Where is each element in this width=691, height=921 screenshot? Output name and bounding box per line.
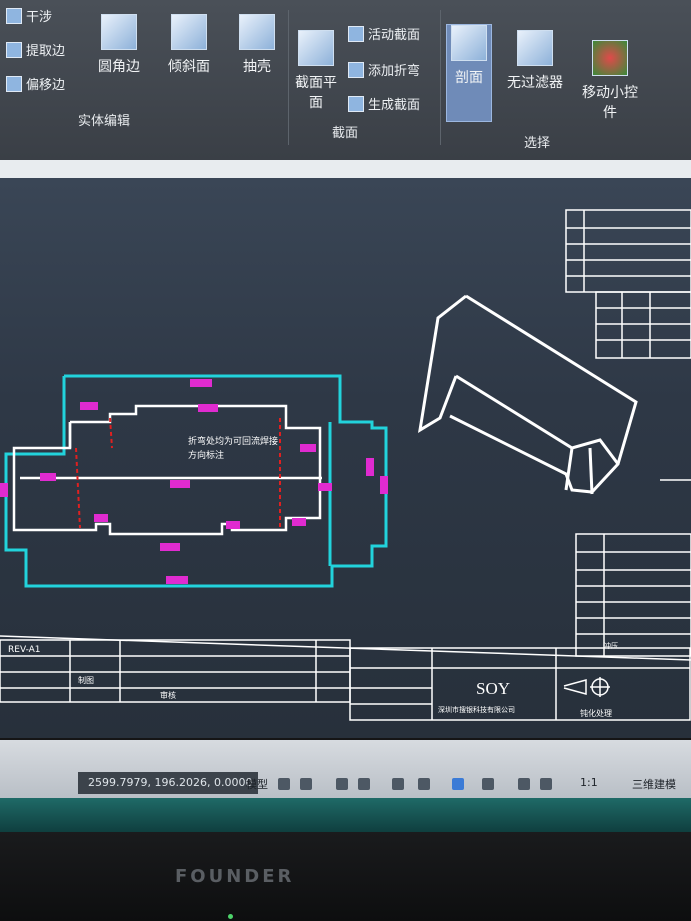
dimension-label	[0, 483, 8, 497]
gizmo-icon	[592, 40, 628, 76]
divider	[288, 10, 289, 145]
culling-button[interactable]: 剖面	[446, 24, 492, 122]
annotation-scale[interactable]: 1:1	[580, 776, 598, 789]
annotation-icon[interactable]	[518, 778, 530, 790]
filter-icon	[517, 30, 553, 66]
projection-symbol	[563, 677, 610, 697]
dimension-label	[226, 521, 240, 529]
extract-edges-label: 提取边	[26, 44, 66, 59]
title-block	[0, 635, 691, 721]
culling-icon	[451, 25, 487, 61]
power-led	[228, 914, 233, 919]
shell-icon	[239, 14, 275, 50]
generate-section-button[interactable]: 生成截面	[348, 94, 420, 113]
live-section-label: 活动截面	[368, 28, 421, 43]
revision-table	[565, 209, 691, 359]
culling-label: 剖面	[455, 70, 483, 86]
fillet-label: 圆角边	[98, 59, 140, 75]
note-line-1: 折弯处均为可回流焊接	[188, 435, 278, 447]
move-gizmo-button[interactable]: 移动小控件	[580, 40, 640, 122]
dimension-label	[292, 518, 306, 526]
approval-label: 审核	[160, 690, 176, 700]
dimension-label	[318, 483, 332, 491]
taper-icon	[171, 14, 207, 50]
ortho-icon[interactable]	[336, 778, 348, 790]
taskbar	[0, 798, 691, 832]
coordinate-readout: 2599.7979, 196.2026, 0.0000	[78, 772, 258, 794]
section-plane-button[interactable]: 截面平面	[294, 30, 338, 112]
spec-table	[575, 533, 691, 657]
dimension-label	[160, 543, 180, 551]
group-solid-edit: 实体编辑	[78, 114, 131, 129]
material-note: 冲压	[604, 641, 618, 650]
add-jog-button[interactable]: 添加折弯	[348, 60, 420, 79]
offset-edges-icon	[6, 75, 22, 92]
workspace-gear-icon[interactable]	[540, 778, 552, 790]
offset-edges-button[interactable]: 偏移边	[6, 74, 65, 93]
offset-edges-label: 偏移边	[26, 78, 66, 93]
osnap-icon[interactable]	[392, 778, 404, 790]
note-line-2: 方向标注	[188, 449, 224, 461]
cad-drawing[interactable]: 折弯处均为可回流焊接 方向标注 REV-A1 制图 审核 SOY 深圳市搜银科技…	[0, 178, 691, 738]
company-logo: SOY	[476, 679, 510, 698]
no-filter-button[interactable]: 无过滤器	[500, 30, 570, 92]
section-plane-label: 截面平面	[295, 75, 337, 111]
interfere-button[interactable]: 干涉	[6, 6, 52, 25]
live-section-icon	[348, 25, 364, 42]
divider	[440, 10, 441, 145]
fillet-icon	[101, 14, 137, 50]
company-name: 深圳市搜银科技有限公司	[438, 705, 515, 714]
extract-edges-button[interactable]: 提取边	[6, 40, 65, 59]
3d-osnap-icon[interactable]	[482, 778, 494, 790]
live-section-button[interactable]: 活动截面	[348, 24, 420, 43]
interfere-icon	[6, 7, 22, 24]
no-filter-label: 无过滤器	[507, 75, 563, 91]
group-section: 截面	[332, 126, 359, 141]
lineweight-icon[interactable]	[418, 778, 430, 790]
part-profile	[12, 404, 322, 536]
dimension-label	[380, 476, 388, 494]
monitor-brand: FOUNDER	[175, 866, 295, 887]
shell-label: 抽壳	[243, 59, 271, 75]
selection-cycling-icon[interactable]	[452, 778, 464, 790]
generate-section-label: 生成截面	[368, 98, 421, 113]
dimension-label	[170, 480, 190, 488]
group-selection: 选择	[524, 136, 551, 151]
drawn-label: 制图	[78, 675, 94, 685]
part-outline	[4, 374, 388, 588]
interfere-label: 干涉	[26, 10, 53, 25]
workspace-switch[interactable]: 三维建模	[632, 776, 676, 792]
add-jog-label: 添加折弯	[368, 64, 421, 79]
dimension-label	[198, 404, 218, 412]
taper-face-button[interactable]: 倾斜面	[162, 14, 216, 76]
polar-icon[interactable]	[358, 778, 370, 790]
dimension-label	[190, 379, 212, 387]
ribbon: 干涉 提取边 偏移边 圆角边 倾斜面 抽壳 实体编辑 截面平面 活动截面 添加折…	[0, 0, 691, 162]
isometric-view	[418, 294, 638, 495]
fillet-edge-button[interactable]: 圆角边	[92, 14, 146, 76]
rev-label: REV-A1	[8, 645, 41, 655]
model-space-toggle[interactable]: 模型	[246, 776, 268, 792]
dimension-label	[94, 514, 108, 522]
grid-icon[interactable]	[278, 778, 290, 790]
generate-section-icon	[348, 95, 364, 112]
add-jog-icon	[348, 61, 364, 78]
monitor-bezel	[0, 832, 691, 921]
dimension-label	[80, 402, 98, 410]
taper-label: 倾斜面	[168, 59, 210, 75]
snap-icon[interactable]	[300, 778, 312, 790]
dimension-label	[166, 576, 188, 584]
dimension-label	[366, 458, 374, 476]
photo-frame: 干涉 提取边 偏移边 圆角边 倾斜面 抽壳 实体编辑 截面平面 活动截面 添加折…	[0, 0, 691, 921]
section-plane-icon	[298, 30, 334, 66]
dimension-label	[40, 473, 56, 481]
bend-lines	[75, 417, 281, 529]
move-gizmo-label: 移动小控件	[582, 85, 638, 121]
dimension-label	[300, 444, 316, 452]
extract-edges-icon	[6, 41, 22, 58]
finish-note: 钝化处理	[580, 708, 612, 718]
shell-button[interactable]: 抽壳	[232, 14, 282, 76]
